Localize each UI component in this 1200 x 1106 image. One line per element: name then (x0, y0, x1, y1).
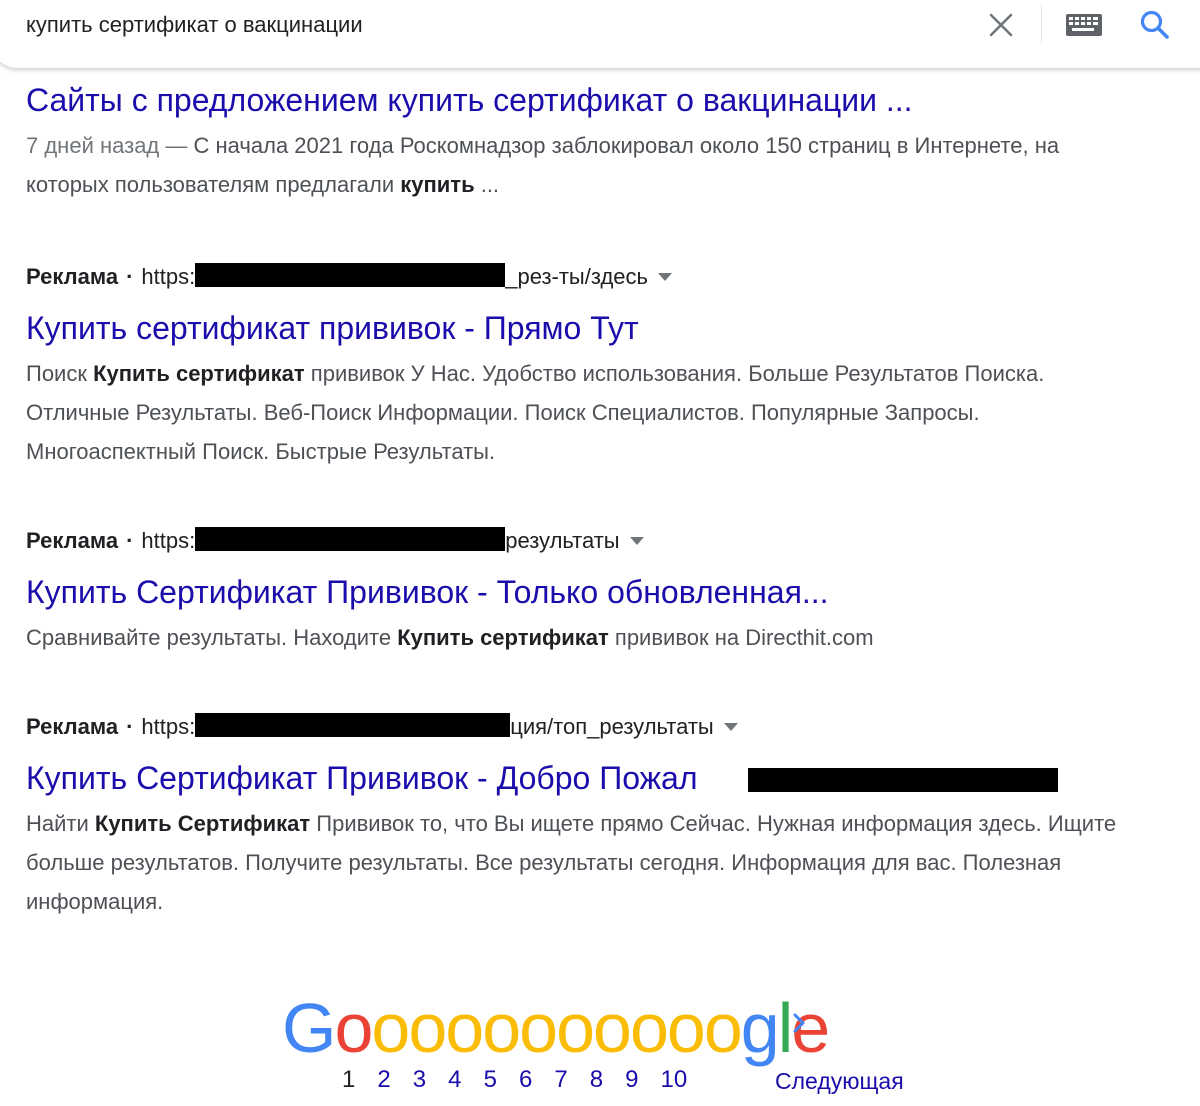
ad-label: Реклама (26, 714, 119, 739)
search-input[interactable]: купить сертификат о вакцинации (26, 12, 363, 38)
separator-dot: · (126, 528, 134, 553)
redaction-bar (748, 768, 1058, 792)
logo-letter: o (703, 989, 743, 1067)
dropdown-caret-icon[interactable] (629, 537, 644, 545)
result-title-link[interactable]: Сайты с предложением купить сертификат о… (26, 80, 1126, 120)
page-link[interactable]: 10 (661, 1066, 696, 1094)
logo-letter: o (519, 989, 558, 1067)
ad-snippet: Поиск Купить сертификат прививок У Нас. … (26, 354, 1126, 471)
search-icon[interactable] (1139, 9, 1171, 41)
ad-url[interactable]: _рез-ты/здесь (505, 264, 648, 289)
redaction-bar (195, 527, 506, 551)
snippet-text: ... (474, 172, 500, 197)
result-snippet: 7 дней назад — С начала 2021 года Роском… (26, 126, 1126, 204)
ad-result: Реклама · https: _рез-ты/здесь Купить серти… (26, 262, 1126, 471)
separator-dot: · (126, 714, 134, 739)
chevron-right-icon[interactable] (790, 1008, 810, 1038)
page-link[interactable]: 9 (625, 1066, 660, 1094)
keyboard-icon[interactable] (1066, 14, 1102, 36)
logo-letter: o (334, 989, 373, 1067)
page-link[interactable]: 3 (413, 1066, 448, 1094)
page-link[interactable]: 6 (519, 1066, 554, 1094)
page-link[interactable]: 4 (448, 1066, 483, 1094)
snippet-bold: купить (400, 172, 475, 197)
redaction-bar (195, 713, 511, 737)
pagination-numbers: 1 2 3 4 5 6 7 8 9 10 (342, 1066, 696, 1094)
snippet-text: Поиск (26, 361, 94, 386)
ad-url[interactable]: https: (141, 528, 195, 553)
logo-letter: G (282, 989, 336, 1067)
logo-letter: o (593, 989, 632, 1067)
dropdown-caret-icon[interactable] (658, 273, 672, 281)
ad-url[interactable]: результаты (505, 528, 619, 553)
ad-title-link[interactable]: Купить сертификат прививок - Прямо Тут (26, 308, 1126, 348)
snippet-bold: Купить сертификат (397, 625, 609, 650)
logo-letter: o (666, 989, 706, 1067)
snippet-text: Сравнивайте результаты. Находите (26, 625, 398, 650)
result-date: 7 дней назад — (26, 133, 188, 158)
logo-letter: o (629, 989, 669, 1067)
snippet-bold: Купить сертификат (93, 361, 305, 386)
logo-letter: o (556, 989, 595, 1067)
ad-result: Реклама · https: результаты Купить Сертифик… (26, 526, 1126, 657)
logo-letter: o (408, 989, 447, 1067)
ad-url[interactable]: https: (141, 714, 195, 739)
page-link[interactable]: 2 (377, 1066, 412, 1094)
redaction-bar (195, 263, 506, 287)
close-icon[interactable] (987, 11, 1015, 39)
page-link[interactable]: 8 (590, 1066, 625, 1094)
logo-letter: o (371, 989, 410, 1067)
search-bar-divider (1041, 5, 1042, 43)
ad-snippet: Найти Купить Сертификат Прививок то, что… (26, 804, 1126, 921)
ad-label: Реклама (26, 264, 119, 289)
logo-letter: g (740, 989, 780, 1067)
ad-url-line: Реклама · https: _рез-ты/здесь (26, 262, 1126, 292)
page-link[interactable]: 5 (484, 1066, 519, 1094)
ad-url[interactable]: https: (141, 264, 195, 289)
snippet-bold: Купить Сертификат (94, 811, 311, 836)
ad-snippet: Сравнивайте результаты. Находите Купить … (26, 618, 1126, 657)
ad-url[interactable]: ция/топ_результаты (510, 714, 714, 739)
next-page-link[interactable]: Следующая (775, 1068, 904, 1095)
ad-title-link[interactable]: Купить Сертификат Прививок - Только обно… (26, 572, 1126, 612)
separator-dot: · (126, 264, 134, 289)
ad-url-line: Реклама · https: ция/топ_результаты (26, 712, 1126, 742)
ad-url-line: Реклама · https: результаты (26, 526, 1126, 556)
ad-result: Реклама · https: ция/топ_результаты Купить … (26, 712, 1126, 921)
search-result: Сайты с предложением купить сертификат о… (26, 80, 1126, 204)
snippet-text: Найти (26, 811, 95, 836)
page-link[interactable]: 7 (554, 1066, 589, 1094)
snippet-text: прививок на Directhit.com (608, 625, 874, 650)
page-current: 1 (342, 1066, 356, 1093)
logo-letter: o (482, 989, 521, 1067)
dropdown-caret-icon[interactable] (723, 723, 738, 731)
google-pagination-logo: Gooooooooooogle (282, 988, 830, 1068)
logo-letter: o (445, 989, 484, 1067)
ad-label: Реклама (26, 528, 119, 553)
